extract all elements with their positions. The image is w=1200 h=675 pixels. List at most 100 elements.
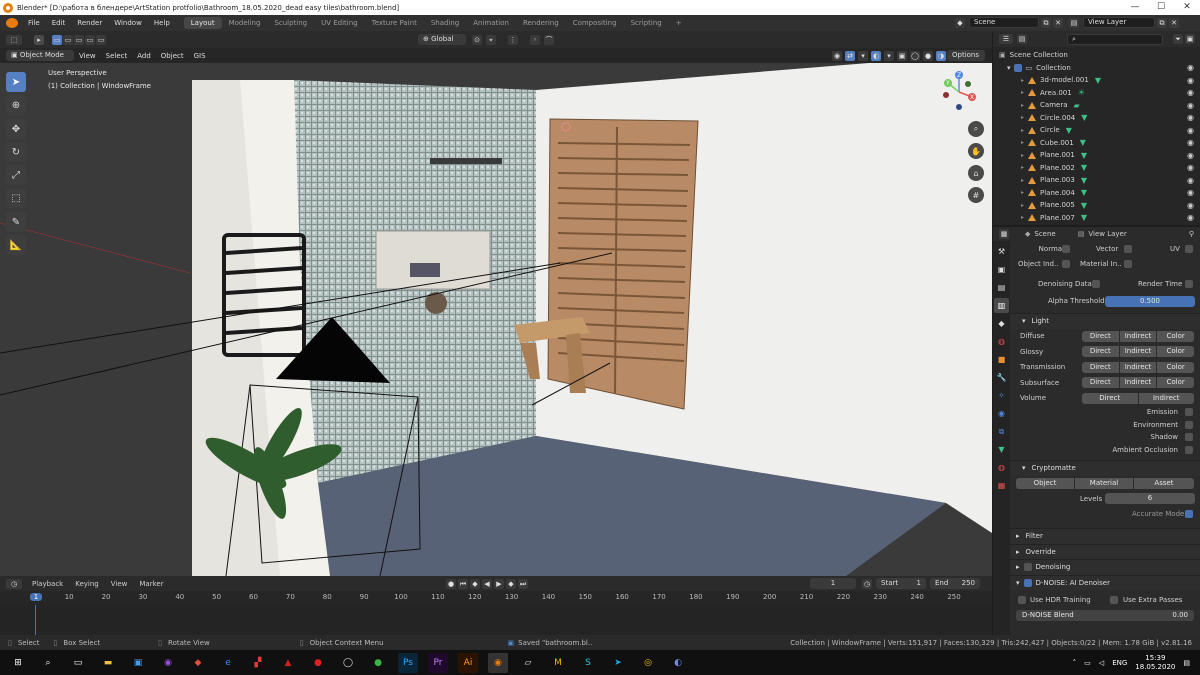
keyboard-language[interactable]: ENG — [1112, 659, 1127, 667]
select-tool-icon[interactable]: ➤ — [6, 72, 26, 92]
expand-arrow-icon[interactable]: ▸ — [1021, 77, 1024, 84]
mesh-data-icon[interactable]: ▼ — [1066, 126, 1072, 135]
chrome-icon[interactable]: ◎ — [638, 653, 658, 673]
light-check-checkbox[interactable] — [1185, 408, 1193, 417]
light-pass-button[interactable]: Color — [1157, 361, 1194, 373]
camera-data-icon[interactable]: ▰ — [1074, 101, 1080, 110]
next-key-icon[interactable]: ◆ — [506, 578, 516, 589]
expand-arrow-icon[interactable]: ▸ — [1021, 89, 1024, 96]
snap-target-icon[interactable]: ⋮ — [508, 34, 518, 45]
mesh-data-icon[interactable]: ▼ — [1095, 76, 1101, 85]
light-pass-button[interactable]: Direct — [1082, 377, 1119, 389]
app-icon-3[interactable]: ▲ — [278, 653, 298, 673]
navigation-gizmo[interactable]: Z X Y — [938, 71, 980, 113]
dnoise-checkbox[interactable] — [1023, 578, 1032, 587]
view-layer-delete-icon[interactable]: ✕ — [1169, 17, 1179, 28]
app-icon-7[interactable]: ▱ — [518, 653, 538, 673]
collection-row[interactable]: ▾ ▭ Collection ◉ — [993, 62, 1200, 75]
pass-material-index-checkbox[interactable] — [1124, 260, 1132, 269]
outliner-item[interactable]: ▸ Area.001 ☀ ◉ — [993, 87, 1200, 100]
shading-wireframe-icon[interactable]: ◯ — [910, 50, 920, 61]
transform-tool-icon[interactable]: ⬚ — [6, 188, 26, 208]
visibility-eye-icon[interactable]: ◉ — [1187, 138, 1194, 147]
extend-select-icon[interactable]: ▭ — [63, 34, 73, 45]
record-icon[interactable]: ● — [446, 578, 456, 589]
crypto-asset-button[interactable]: Asset — [1134, 477, 1194, 489]
network-icon[interactable]: ▭ — [1084, 659, 1091, 667]
discord-icon[interactable]: ◐ — [668, 653, 688, 673]
light-pass-button[interactable]: Indirect — [1119, 377, 1157, 389]
light-pass-button[interactable]: Direct — [1082, 361, 1119, 373]
annotate-tool-icon[interactable]: ✎ — [6, 212, 26, 232]
light-pass-button[interactable]: Color — [1157, 330, 1194, 342]
preview-range-icon[interactable]: ◷ — [862, 578, 872, 589]
light-pass-button[interactable]: Direct — [1082, 392, 1138, 404]
menu-help[interactable]: Help — [148, 19, 176, 27]
data-tab-icon[interactable]: ▼ — [994, 442, 1009, 457]
workspace-tab-rendering[interactable]: Rendering — [516, 17, 566, 29]
3d-viewport[interactable]: User Perspective (1) Collection | Window… — [0, 63, 992, 576]
start-frame-field[interactable]: Start 1 — [876, 578, 926, 589]
gizmo-menu-icon[interactable]: ▾ — [858, 50, 868, 61]
zoom-icon[interactable]: ⌕ — [968, 121, 984, 137]
windows-start-icon[interactable]: ⊞ — [8, 653, 28, 673]
clock[interactable]: 15:39 18.05.2020 — [1135, 654, 1175, 672]
workspace-tab-compositing[interactable]: Compositing — [566, 17, 624, 29]
light-pass-button[interactable]: Direct — [1082, 346, 1119, 358]
light-data-icon[interactable]: ☀ — [1078, 88, 1085, 97]
pass-object-index-checkbox[interactable] — [1062, 260, 1070, 269]
expand-arrow-icon[interactable]: ▸ — [1021, 127, 1024, 134]
maximize-button[interactable]: ☐ — [1148, 0, 1174, 15]
expand-arrow-icon[interactable]: ▸ — [1021, 152, 1024, 159]
view-layer-selector[interactable]: View Layer — [1083, 17, 1155, 28]
outliner-item[interactable]: ▸ 3d-model.001 ▼ ◉ — [993, 74, 1200, 87]
edge-browser-icon[interactable]: e — [218, 653, 238, 673]
visibility-eye-icon[interactable]: ◉ — [1187, 151, 1194, 160]
end-frame-field[interactable]: End 250 — [930, 578, 980, 589]
visibility-eye-icon[interactable]: ◉ — [1187, 63, 1194, 72]
timeline-editor-icon[interactable]: ◷ — [6, 578, 22, 589]
mesh-data-icon[interactable]: ▼ — [1081, 176, 1087, 185]
premiere-icon[interactable]: Pr — [428, 652, 448, 673]
render-tab-icon[interactable]: ▣ — [994, 262, 1009, 277]
volume-icon[interactable]: ◁ — [1099, 659, 1104, 667]
output-tab-icon[interactable]: ▤ — [994, 280, 1009, 295]
denoising-section-header[interactable]: ▸ Denoising — [1010, 559, 1200, 575]
visibility-eye-icon[interactable]: ◉ — [1187, 101, 1194, 110]
visibility-icon[interactable]: ◉ — [832, 50, 842, 61]
scene-collection-row[interactable]: ▣ Scene Collection — [993, 49, 1200, 62]
viewport-menu-select[interactable]: Select — [101, 52, 133, 60]
app-icon-1[interactable]: ◆ — [188, 653, 208, 673]
constraints-tab-icon[interactable]: ⧉ — [994, 424, 1009, 439]
snap-icon[interactable]: ⌖ — [486, 34, 496, 45]
accurate-mode-checkbox[interactable] — [1185, 510, 1193, 519]
dnoise-section-header[interactable]: ▾ D-NOISE: AI Denoiser — [1010, 574, 1200, 590]
expand-arrow-icon[interactable]: ▸ — [1021, 214, 1024, 221]
intersect-select-icon[interactable]: ▭ — [85, 34, 95, 45]
editor-type-icon[interactable]: ⬚ — [6, 34, 22, 45]
timeline-menu-view[interactable]: View — [105, 580, 134, 588]
overlay-toggle-icon[interactable]: ◐ — [871, 50, 881, 61]
box-select-mode-icon[interactable]: ▭ — [52, 34, 62, 45]
expand-arrow-icon[interactable]: ▸ — [1021, 102, 1024, 109]
media-player-icon[interactable]: ◉ — [158, 653, 178, 673]
view-layer-tab-icon[interactable]: ▥ — [994, 298, 1009, 313]
pass-vector-checkbox[interactable] — [1124, 244, 1132, 253]
visibility-eye-icon[interactable]: ◉ — [1187, 76, 1194, 85]
mesh-data-icon[interactable]: ▼ — [1081, 113, 1087, 122]
levels-field[interactable]: 6 — [1105, 493, 1195, 505]
scene-selector[interactable]: Scene — [969, 17, 1039, 28]
jump-start-icon[interactable]: ⏮ — [458, 578, 468, 589]
visibility-eye-icon[interactable]: ◉ — [1187, 188, 1194, 197]
visibility-eye-icon[interactable]: ◉ — [1187, 163, 1194, 172]
expand-arrow-icon[interactable]: ▸ — [1021, 114, 1024, 121]
outliner-item[interactable]: ▸ Plane.002 ▼ ◉ — [993, 162, 1200, 175]
view-layer-new-icon[interactable]: ⧉ — [1157, 17, 1167, 28]
play-reverse-icon[interactable]: ◀ — [482, 578, 492, 589]
cryptomatte-section-header[interactable]: ▾ Cryptomatte — [1010, 460, 1200, 476]
search-icon[interactable]: ⌕ — [38, 653, 58, 673]
expand-arrow-icon[interactable]: ▸ — [1021, 139, 1024, 146]
new-collection-icon[interactable]: ▣ — [1185, 34, 1195, 44]
expand-arrow-icon[interactable]: ▸ — [1021, 164, 1024, 171]
viewport-options-button[interactable]: Options — [947, 50, 985, 61]
